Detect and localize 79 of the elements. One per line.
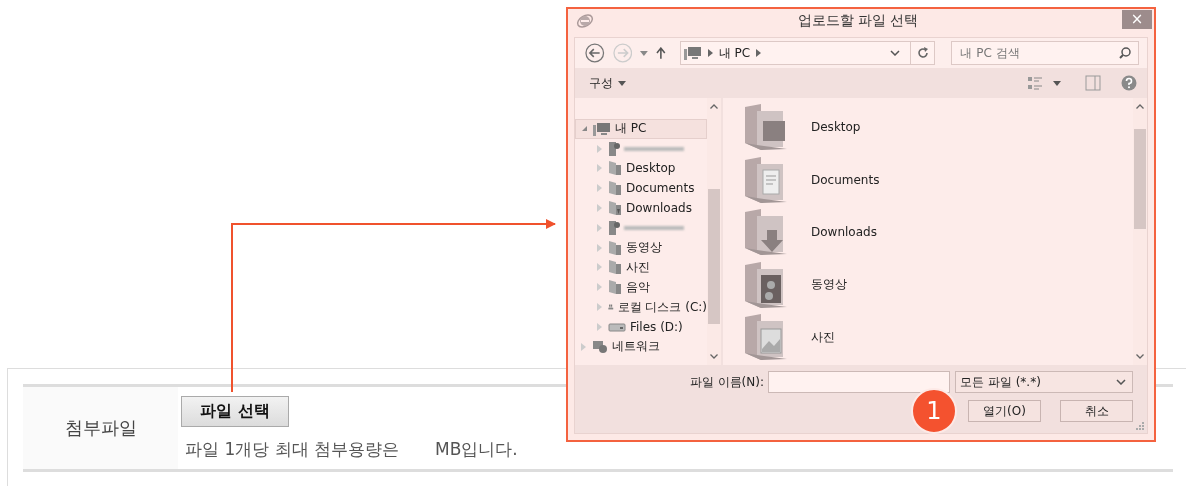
folder-item[interactable]: 사진 (743, 311, 1133, 364)
resize-grip-icon (1136, 422, 1144, 430)
expander-icon[interactable] (597, 243, 602, 252)
folder-icon (608, 180, 622, 197)
expander-icon[interactable] (597, 283, 602, 292)
dropdown-caret-icon (1116, 379, 1126, 385)
tree-item[interactable]: 동영상 (626, 239, 662, 257)
caret-icon[interactable] (1053, 80, 1061, 86)
scrollbar-thumb[interactable] (1134, 129, 1146, 229)
preview-pane-icon[interactable] (1085, 75, 1101, 91)
folder-item[interactable]: Documents (743, 153, 1133, 206)
device-icon (608, 219, 620, 236)
device-icon (608, 140, 620, 157)
tree-item[interactable]: 사진 (626, 258, 650, 276)
file-name-field[interactable] (768, 371, 950, 393)
file-type-dropdown[interactable]: 모든 파일 (*.*) (955, 371, 1133, 393)
choose-file-button[interactable]: 파일 선택 (181, 396, 289, 427)
expander-icon[interactable] (597, 144, 602, 153)
expander-icon[interactable] (597, 263, 602, 272)
selected-tree-row[interactable]: 내 PC (575, 119, 707, 139)
expander-icon[interactable] (581, 342, 586, 351)
expander-icon[interactable] (597, 322, 602, 331)
scroll-up-icon[interactable] (710, 104, 718, 109)
scroll-down-icon[interactable] (1136, 354, 1144, 359)
folder-item[interactable]: Desktop (743, 101, 1133, 154)
chevron-icon (707, 49, 713, 57)
tree-item[interactable]: 로컬 디스크 (C:) (617, 298, 707, 316)
folder-name: Desktop (811, 120, 861, 135)
folder-name: 동영상 (811, 276, 847, 294)
open-button[interactable]: 열기(O) (968, 400, 1041, 422)
organize-button[interactable]: 구성 (589, 74, 626, 92)
folder-icon (608, 239, 622, 256)
size-limit-text: 파일 1개당 최대 첨부용량은 (185, 438, 400, 461)
folder-icon (608, 200, 622, 217)
expander-icon[interactable] (582, 126, 587, 132)
chevron-icon (756, 49, 762, 57)
refresh-icon (916, 47, 929, 59)
computer-icon (593, 121, 611, 136)
expander-icon[interactable] (597, 184, 602, 193)
folder-name: 사진 (811, 328, 835, 346)
folder-name: Downloads (811, 225, 877, 240)
computer-icon (683, 46, 702, 60)
search-field[interactable]: 내 PC 검색 (951, 41, 1139, 65)
up-arrow-icon[interactable] (655, 47, 666, 59)
caret-icon[interactable] (640, 50, 648, 56)
tree-item[interactable]: Desktop (626, 161, 676, 176)
expander-icon[interactable] (597, 303, 602, 312)
folder-name: Documents (811, 172, 880, 187)
expander-icon[interactable] (597, 223, 602, 232)
expander-icon[interactable] (597, 164, 602, 173)
scroll-down-icon[interactable] (710, 354, 718, 359)
tree-item[interactable]: 음악 (626, 278, 650, 296)
folder-item[interactable]: Downloads (743, 206, 1133, 259)
field-label: 첨부파일 (23, 387, 178, 469)
address-bar[interactable]: 내 PC (679, 41, 936, 65)
network-icon (592, 339, 608, 354)
tree-item[interactable]: 내 PC (615, 120, 647, 138)
tree-item[interactable]: Files (D:) (630, 319, 683, 334)
expander-icon[interactable] (597, 204, 602, 213)
scroll-up-icon[interactable] (1136, 104, 1144, 109)
folder-icon (608, 279, 622, 296)
browser-logo-icon (576, 12, 594, 30)
size-unit-text: MB입니다. (435, 438, 518, 461)
folder-icon (608, 160, 622, 177)
search-icon (1119, 47, 1131, 59)
caret-icon (618, 80, 626, 86)
tree-item[interactable]: Documents (626, 181, 695, 196)
folder-icon (608, 259, 622, 276)
tree-item[interactable]: Downloads (626, 201, 692, 216)
scrollbar-thumb[interactable] (708, 189, 720, 324)
folder-item[interactable]: 동영상 (743, 258, 1133, 311)
view-options-icon[interactable] (1027, 75, 1043, 91)
file-name-label: 파일 이름(N): (689, 373, 764, 391)
tree-item[interactable]: 네트워크 (612, 338, 660, 356)
cancel-button[interactable]: 취소 (1060, 400, 1133, 422)
dropdown-caret-icon[interactable] (890, 50, 901, 56)
help-icon[interactable] (1121, 75, 1137, 91)
dialog-title: 업로드할 파일 선택 (796, 12, 920, 30)
path-segment[interactable]: 내 PC (718, 44, 751, 62)
